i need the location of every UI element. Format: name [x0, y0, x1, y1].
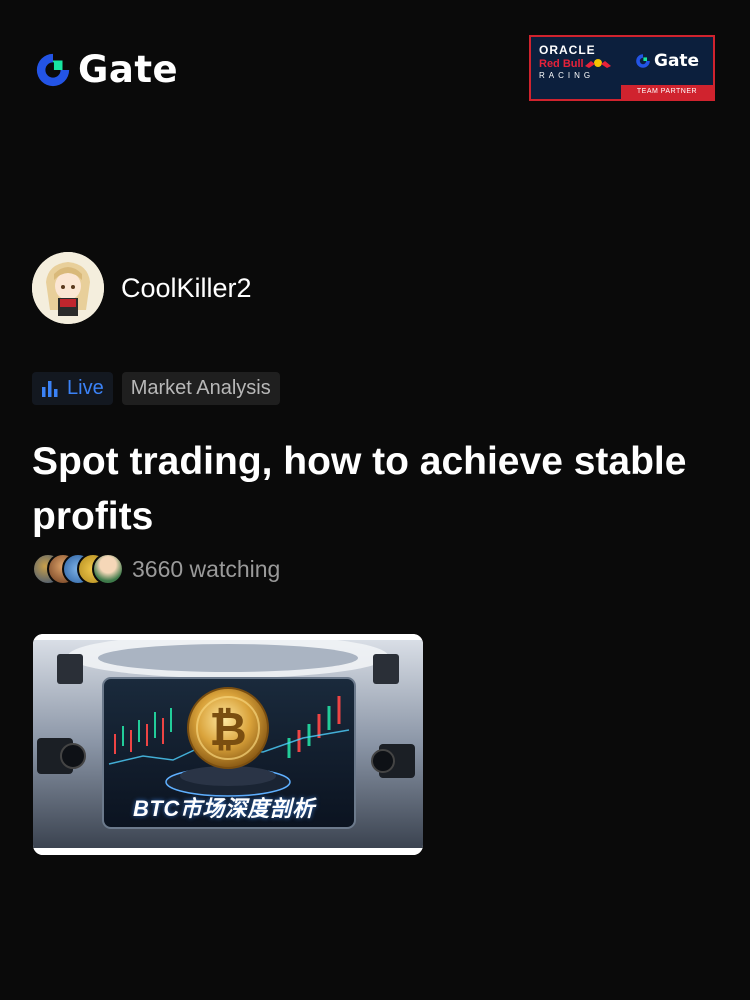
stream-title: Spot trading, how to achieve stable prof…: [32, 440, 687, 538]
streamer-info[interactable]: CoolKiller2: [32, 252, 252, 324]
brand-name: Gate: [78, 48, 179, 91]
red-bull-logo-icon: [585, 59, 611, 68]
category-tag[interactable]: Market Analysis: [121, 372, 280, 405]
viewer-count: 3660 watching: [32, 553, 280, 585]
streamer-name[interactable]: CoolKiller2: [121, 273, 252, 304]
stream-tags: Live Market Analysis: [32, 372, 280, 405]
oracle-wordmark: ORACLE: [539, 43, 596, 57]
bitcoin-symbol: ₿: [209, 702, 247, 756]
category-label: Market Analysis: [130, 377, 271, 399]
gate-small-logo-icon: [636, 54, 650, 68]
stream-thumbnail[interactable]: ₿ BTC市场深度剖析: [33, 634, 423, 855]
gate-logo-icon: [36, 53, 70, 86]
racing-wordmark: RACING: [539, 71, 595, 80]
viewer-avatars: [32, 553, 124, 585]
live-bars-icon: [42, 380, 58, 397]
viewer-avatar: [92, 553, 124, 585]
gate-partner-wordmark: Gate: [654, 51, 700, 71]
live-room-share-page: Gate ORACLE Red Bull RACING Gate TEAM PA…: [0, 0, 750, 1000]
live-label: Live: [67, 377, 104, 399]
streamer-avatar[interactable]: [32, 252, 104, 324]
team-partner-badge: ORACLE Red Bull RACING Gate TEAM PARTNER: [529, 35, 715, 101]
team-partner-label: TEAM PARTNER: [621, 85, 713, 99]
thumbnail-caption: BTC市场深度剖析: [133, 796, 315, 821]
live-badge: Live: [32, 372, 113, 405]
anime-avatar-icon: [32, 252, 104, 324]
gate-logo[interactable]: Gate: [34, 48, 178, 91]
watching-count: 3660 watching: [132, 555, 281, 582]
